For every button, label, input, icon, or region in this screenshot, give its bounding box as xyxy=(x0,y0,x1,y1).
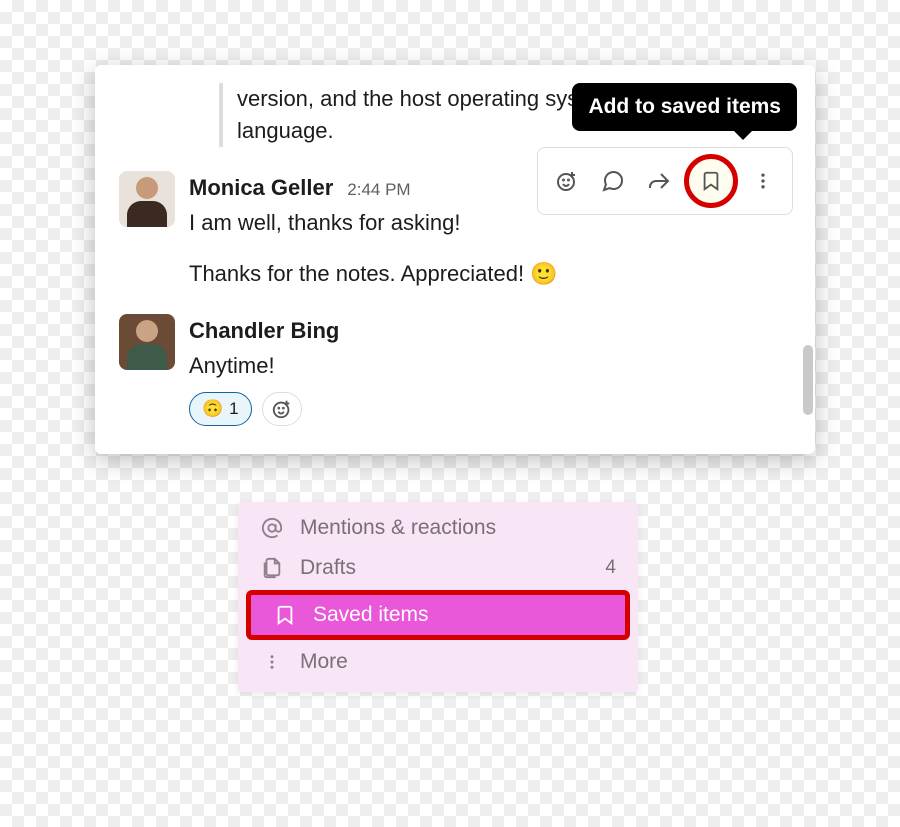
sidebar-item-mentions[interactable]: Mentions & reactions xyxy=(238,508,638,548)
message-body: Chandler Bing Anytime! 🙃 1 xyxy=(189,314,791,426)
sidebar-item-label: Saved items xyxy=(313,603,429,627)
add-reaction-button[interactable] xyxy=(262,392,302,426)
at-icon xyxy=(260,517,284,539)
reaction-count: 1 xyxy=(229,396,238,422)
sidebar-item-saved[interactable]: Saved items xyxy=(246,590,630,640)
reaction-emoji: 🙃 xyxy=(202,396,223,422)
share-button[interactable] xyxy=(638,160,680,202)
message-text: Thanks for the notes. Appreciated! 🙂 xyxy=(189,257,791,290)
scrollbar[interactable] xyxy=(803,345,813,415)
avatar[interactable] xyxy=(119,171,175,227)
message-time: 2:44 PM xyxy=(347,177,410,203)
tooltip-label: Add to saved items xyxy=(588,95,781,118)
message-action-bar xyxy=(537,147,793,215)
message-author[interactable]: Chandler Bing xyxy=(189,314,339,347)
save-message-button[interactable] xyxy=(684,154,738,208)
bookmark-icon xyxy=(273,604,297,626)
thread-reply-button[interactable] xyxy=(592,160,634,202)
drafts-icon xyxy=(260,557,284,579)
sidebar-item-label: Drafts xyxy=(300,556,356,580)
more-actions-button[interactable] xyxy=(742,160,784,202)
chat-card: Add to saved items version, and the host… xyxy=(95,65,815,454)
sidebar-item-more[interactable]: More xyxy=(238,642,638,682)
sidebar-item-count: 4 xyxy=(605,557,616,579)
sidebar-item-label: More xyxy=(300,650,348,674)
message-row: Chandler Bing Anytime! 🙃 1 xyxy=(119,314,791,426)
sidebar-item-label: Mentions & reactions xyxy=(300,516,496,540)
tooltip-save: Add to saved items xyxy=(572,83,797,131)
sidebar-item-drafts[interactable]: Drafts 4 xyxy=(238,548,638,588)
more-icon xyxy=(260,653,284,671)
avatar[interactable] xyxy=(119,314,175,370)
reaction-pill[interactable]: 🙃 1 xyxy=(189,392,252,426)
sidebar-snippet: Mentions & reactions Drafts 4 Saved item… xyxy=(238,502,638,692)
reaction-bar: 🙃 1 xyxy=(189,392,791,426)
message-author[interactable]: Monica Geller xyxy=(189,171,333,204)
message-text: Anytime! xyxy=(189,349,791,382)
add-reaction-button[interactable] xyxy=(546,160,588,202)
smile-emoji: 🙂 xyxy=(530,261,557,286)
